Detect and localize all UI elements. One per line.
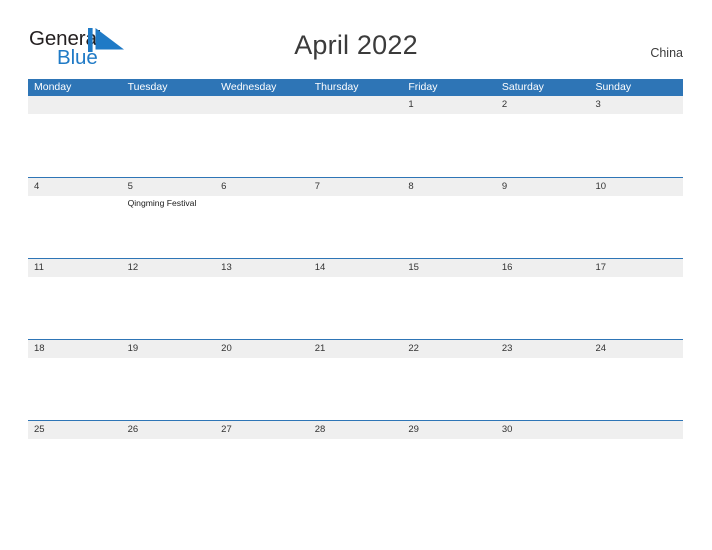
- day-cell[interactable]: [215, 439, 309, 501]
- day-cell-empty: [589, 439, 683, 501]
- day-cell[interactable]: [589, 277, 683, 339]
- day-cell[interactable]: [309, 358, 403, 420]
- day-number[interactable]: 4: [28, 178, 122, 196]
- day-content-row: [28, 439, 683, 501]
- day-number[interactable]: 10: [589, 178, 683, 196]
- day-number[interactable]: 23: [496, 340, 590, 358]
- day-number-band: 18 19 20 21 22 23 24: [28, 340, 683, 358]
- day-number[interactable]: 7: [309, 178, 403, 196]
- day-number-empty: [589, 421, 683, 439]
- day-number[interactable]: 21: [309, 340, 403, 358]
- day-number-band: 11 12 13 14 15 16 17: [28, 259, 683, 277]
- day-cell-empty: [309, 114, 403, 176]
- day-number[interactable]: 13: [215, 259, 309, 277]
- day-number-band: 25 26 27 28 29 30: [28, 421, 683, 439]
- day-cell[interactable]: Qingming Festival: [122, 196, 216, 258]
- calendar-week-row: 18 19 20 21 22 23 24: [28, 339, 683, 420]
- day-cell[interactable]: [402, 358, 496, 420]
- day-number[interactable]: 14: [309, 259, 403, 277]
- day-cell[interactable]: [309, 439, 403, 501]
- day-number[interactable]: 16: [496, 259, 590, 277]
- day-cell-empty: [122, 114, 216, 176]
- weekday-header-saturday: Saturday: [501, 81, 544, 93]
- day-number[interactable]: 8: [402, 178, 496, 196]
- day-number-empty: [309, 96, 403, 114]
- weekday-header-thursday: Thursday: [314, 81, 359, 93]
- day-number[interactable]: 26: [122, 421, 216, 439]
- day-number[interactable]: 17: [589, 259, 683, 277]
- day-number-band: 4 5 6 7 8 9 10: [28, 178, 683, 196]
- day-number[interactable]: 20: [215, 340, 309, 358]
- day-cell[interactable]: [589, 358, 683, 420]
- day-number[interactable]: 6: [215, 178, 309, 196]
- day-number[interactable]: 11: [28, 259, 122, 277]
- weekday-header-tuesday: Tuesday: [127, 81, 168, 93]
- day-number[interactable]: 15: [402, 259, 496, 277]
- day-number[interactable]: 12: [122, 259, 216, 277]
- day-cell[interactable]: [496, 196, 590, 258]
- day-cell[interactable]: [496, 358, 590, 420]
- day-number[interactable]: 2: [496, 96, 590, 114]
- day-content-row: [28, 358, 683, 420]
- day-cell[interactable]: [402, 196, 496, 258]
- day-cell[interactable]: [28, 439, 122, 501]
- day-cell[interactable]: [122, 358, 216, 420]
- calendar-week-row: 4 5 6 7 8 9 10 Qingming Festival: [28, 177, 683, 258]
- weekday-header-sunday: Sunday: [595, 81, 632, 93]
- day-number-band: 123: [28, 96, 683, 114]
- region-label: China: [650, 46, 683, 60]
- day-cell[interactable]: [309, 196, 403, 258]
- day-number[interactable]: 18: [28, 340, 122, 358]
- weekday-header-friday: Friday: [408, 81, 438, 93]
- day-number-empty: [122, 96, 216, 114]
- calendar-week-row: 11 12 13 14 15 16 17: [28, 258, 683, 339]
- day-number[interactable]: 27: [215, 421, 309, 439]
- day-number[interactable]: 28: [309, 421, 403, 439]
- day-cell-empty: [215, 114, 309, 176]
- day-cell[interactable]: [496, 277, 590, 339]
- day-content-row: [28, 114, 683, 176]
- day-content-row: Qingming Festival: [28, 196, 683, 258]
- calendar-grid: Monday Tuesday Wednesday Thursday Friday Satu…: [28, 79, 683, 501]
- day-cell[interactable]: [28, 196, 122, 258]
- day-number[interactable]: 9: [496, 178, 590, 196]
- holiday-event-label: Qingming Festival: [127, 198, 197, 208]
- day-cell[interactable]: [496, 114, 590, 176]
- day-cell[interactable]: [589, 196, 683, 258]
- day-cell[interactable]: [496, 439, 590, 501]
- day-cell[interactable]: [28, 358, 122, 420]
- day-content-row: [28, 277, 683, 339]
- day-cell[interactable]: [589, 114, 683, 176]
- day-cell[interactable]: [28, 277, 122, 339]
- day-cell[interactable]: [215, 358, 309, 420]
- day-cell[interactable]: [122, 439, 216, 501]
- day-number-empty: [28, 96, 122, 114]
- day-cell[interactable]: [215, 196, 309, 258]
- calendar-week-row: 25 26 27 28 29 30: [28, 420, 683, 501]
- calendar-week-row: 123: [28, 96, 683, 177]
- day-number[interactable]: 5: [122, 178, 216, 196]
- calendar-weeks: 1 2 3 4 5 6 7 8 9 10 Qingming Festival 11 12 13 14 15 16…: [28, 96, 683, 501]
- day-cell[interactable]: [402, 114, 496, 176]
- page-header: General Blue April 2022 China: [0, 0, 712, 69]
- day-number[interactable]: 29: [402, 421, 496, 439]
- day-cell[interactable]: [309, 277, 403, 339]
- day-number[interactable]: 25: [28, 421, 122, 439]
- day-number[interactable]: 24: [589, 340, 683, 358]
- day-number[interactable]: 3: [589, 96, 683, 114]
- day-number[interactable]: 1: [402, 96, 496, 114]
- day-cell-empty: [28, 114, 122, 176]
- day-cell[interactable]: [122, 277, 216, 339]
- day-cell[interactable]: [402, 439, 496, 501]
- page-title: April 2022: [294, 30, 418, 60]
- day-cell[interactable]: [215, 277, 309, 339]
- weekday-header-row: Monday Tuesday Wednesday Thursday Friday Satu…: [28, 79, 683, 96]
- day-number[interactable]: 22: [402, 340, 496, 358]
- day-cell[interactable]: [402, 277, 496, 339]
- day-number[interactable]: 19: [122, 340, 216, 358]
- day-number[interactable]: 30: [496, 421, 590, 439]
- weekday-header-wednesday: Wednesday: [221, 81, 277, 93]
- day-number-empty: [215, 96, 309, 114]
- weekday-header-monday: Monday: [34, 81, 72, 93]
